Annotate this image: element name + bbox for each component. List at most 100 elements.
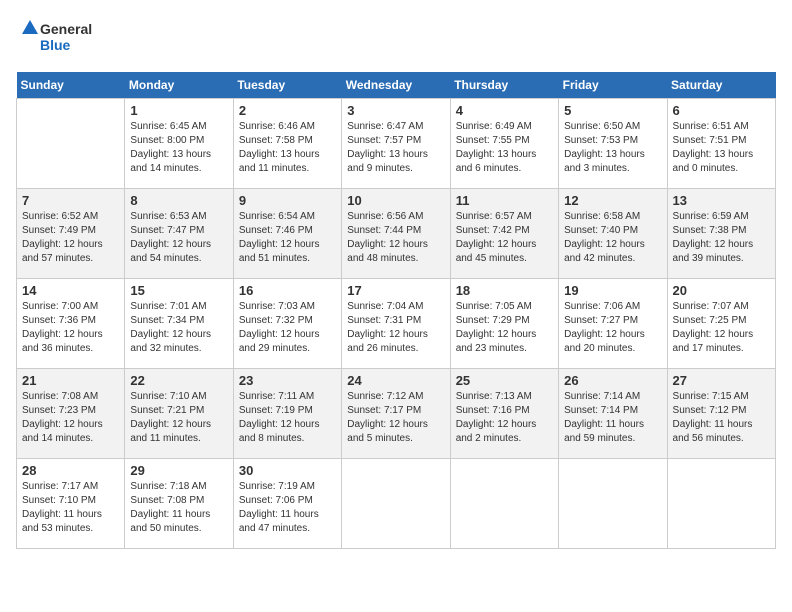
day-number: 6 bbox=[673, 103, 770, 118]
calendar-week-row: 7 Sunrise: 6:52 AM Sunset: 7:49 PM Daylig… bbox=[17, 189, 776, 279]
day-info: Sunrise: 6:47 AM Sunset: 7:57 PM Dayligh… bbox=[347, 120, 444, 176]
day-number: 21 bbox=[22, 373, 119, 388]
calendar-cell: 25 Sunrise: 7:13 AM Sunset: 7:16 PM Dayli… bbox=[450, 369, 558, 459]
calendar-cell: 11 Sunrise: 6:57 AM Sunset: 7:42 PM Dayli… bbox=[450, 189, 558, 279]
day-info: Sunrise: 7:00 AM Sunset: 7:36 PM Dayligh… bbox=[22, 300, 119, 356]
logo-svg: General Blue bbox=[16, 16, 116, 60]
calendar-cell: 6 Sunrise: 6:51 AM Sunset: 7:51 PM Daylig… bbox=[667, 99, 775, 189]
weekday-header-saturday: Saturday bbox=[667, 72, 775, 99]
day-info: Sunrise: 6:54 AM Sunset: 7:46 PM Dayligh… bbox=[239, 210, 336, 266]
calendar-cell bbox=[667, 459, 775, 549]
day-number: 16 bbox=[239, 283, 336, 298]
calendar-cell: 28Sunrise: 7:17 AM Sunset: 7:10 PM Dayli… bbox=[17, 459, 125, 549]
calendar-cell: 26 Sunrise: 7:14 AM Sunset: 7:14 PM Dayli… bbox=[559, 369, 667, 459]
day-info: Sunrise: 6:52 AM Sunset: 7:49 PM Dayligh… bbox=[22, 210, 119, 266]
page-header: General Blue bbox=[16, 16, 776, 60]
day-info: Sunrise: 6:45 AM Sunset: 8:00 PM Dayligh… bbox=[130, 120, 227, 176]
day-number: 24 bbox=[347, 373, 444, 388]
day-info: Sunrise: 7:07 AM Sunset: 7:25 PM Dayligh… bbox=[673, 300, 770, 356]
weekday-header-wednesday: Wednesday bbox=[342, 72, 450, 99]
day-number: 8 bbox=[130, 193, 227, 208]
day-info: Sunrise: 6:51 AM Sunset: 7:51 PM Dayligh… bbox=[673, 120, 770, 176]
day-number: 12 bbox=[564, 193, 661, 208]
calendar-cell bbox=[342, 459, 450, 549]
calendar-cell: 3 Sunrise: 6:47 AM Sunset: 7:57 PM Daylig… bbox=[342, 99, 450, 189]
calendar-cell: 24Sunrise: 7:12 AM Sunset: 7:17 PM Dayli… bbox=[342, 369, 450, 459]
day-number: 3 bbox=[347, 103, 444, 118]
calendar-cell: 29Sunrise: 7:18 AM Sunset: 7:08 PM Dayli… bbox=[125, 459, 233, 549]
day-number: 7 bbox=[22, 193, 119, 208]
day-info: Sunrise: 7:05 AM Sunset: 7:29 PM Dayligh… bbox=[456, 300, 553, 356]
calendar-week-row: 28Sunrise: 7:17 AM Sunset: 7:10 PM Dayli… bbox=[17, 459, 776, 549]
day-number: 28 bbox=[22, 463, 119, 478]
svg-text:General: General bbox=[40, 21, 92, 37]
calendar-week-row: 14 Sunrise: 7:00 AM Sunset: 7:36 PM Dayli… bbox=[17, 279, 776, 369]
weekday-header-sunday: Sunday bbox=[17, 72, 125, 99]
calendar-cell: 20 Sunrise: 7:07 AM Sunset: 7:25 PM Dayli… bbox=[667, 279, 775, 369]
day-info: Sunrise: 7:19 AM Sunset: 7:06 PM Dayligh… bbox=[239, 480, 336, 536]
calendar-cell: 1 Sunrise: 6:45 AM Sunset: 8:00 PM Daylig… bbox=[125, 99, 233, 189]
calendar-cell: 4 Sunrise: 6:49 AM Sunset: 7:55 PM Daylig… bbox=[450, 99, 558, 189]
calendar-cell: 18 Sunrise: 7:05 AM Sunset: 7:29 PM Dayli… bbox=[450, 279, 558, 369]
day-info: Sunrise: 6:56 AM Sunset: 7:44 PM Dayligh… bbox=[347, 210, 444, 266]
day-info: Sunrise: 7:01 AM Sunset: 7:34 PM Dayligh… bbox=[130, 300, 227, 356]
day-number: 13 bbox=[673, 193, 770, 208]
day-number: 27 bbox=[673, 373, 770, 388]
day-number: 18 bbox=[456, 283, 553, 298]
day-info: Sunrise: 6:53 AM Sunset: 7:47 PM Dayligh… bbox=[130, 210, 227, 266]
day-number: 22 bbox=[130, 373, 227, 388]
calendar-cell: 21Sunrise: 7:08 AM Sunset: 7:23 PM Dayli… bbox=[17, 369, 125, 459]
weekday-header-row: SundayMondayTuesdayWednesdayThursdayFrid… bbox=[17, 72, 776, 99]
day-info: Sunrise: 6:58 AM Sunset: 7:40 PM Dayligh… bbox=[564, 210, 661, 266]
calendar-cell: 19 Sunrise: 7:06 AM Sunset: 7:27 PM Dayli… bbox=[559, 279, 667, 369]
day-number: 11 bbox=[456, 193, 553, 208]
day-info: Sunrise: 7:10 AM Sunset: 7:21 PM Dayligh… bbox=[130, 390, 227, 446]
day-number: 25 bbox=[456, 373, 553, 388]
calendar-cell: 5Sunrise: 6:50 AM Sunset: 7:53 PM Daylig… bbox=[559, 99, 667, 189]
day-number: 14 bbox=[22, 283, 119, 298]
day-info: Sunrise: 6:49 AM Sunset: 7:55 PM Dayligh… bbox=[456, 120, 553, 176]
day-info: Sunrise: 7:13 AM Sunset: 7:16 PM Dayligh… bbox=[456, 390, 553, 446]
calendar-cell: 23Sunrise: 7:11 AM Sunset: 7:19 PM Dayli… bbox=[233, 369, 341, 459]
day-info: Sunrise: 6:57 AM Sunset: 7:42 PM Dayligh… bbox=[456, 210, 553, 266]
calendar-cell: 10 Sunrise: 6:56 AM Sunset: 7:44 PM Dayli… bbox=[342, 189, 450, 279]
calendar-cell: 22 Sunrise: 7:10 AM Sunset: 7:21 PM Dayli… bbox=[125, 369, 233, 459]
calendar-cell: 15 Sunrise: 7:01 AM Sunset: 7:34 PM Dayli… bbox=[125, 279, 233, 369]
logo-container: General Blue bbox=[16, 16, 116, 60]
day-number: 19 bbox=[564, 283, 661, 298]
day-number: 15 bbox=[130, 283, 227, 298]
day-info: Sunrise: 7:14 AM Sunset: 7:14 PM Dayligh… bbox=[564, 390, 661, 446]
logo: General Blue bbox=[16, 16, 116, 60]
day-info: Sunrise: 7:06 AM Sunset: 7:27 PM Dayligh… bbox=[564, 300, 661, 356]
day-info: Sunrise: 7:15 AM Sunset: 7:12 PM Dayligh… bbox=[673, 390, 770, 446]
day-info: Sunrise: 7:18 AM Sunset: 7:08 PM Dayligh… bbox=[130, 480, 227, 536]
day-number: 23 bbox=[239, 373, 336, 388]
calendar-cell: 16 Sunrise: 7:03 AM Sunset: 7:32 PM Dayli… bbox=[233, 279, 341, 369]
day-info: Sunrise: 6:46 AM Sunset: 7:58 PM Dayligh… bbox=[239, 120, 336, 176]
day-number: 30 bbox=[239, 463, 336, 478]
day-number: 17 bbox=[347, 283, 444, 298]
calendar-cell: 12 Sunrise: 6:58 AM Sunset: 7:40 PM Dayli… bbox=[559, 189, 667, 279]
day-info: Sunrise: 7:03 AM Sunset: 7:32 PM Dayligh… bbox=[239, 300, 336, 356]
day-number: 1 bbox=[130, 103, 227, 118]
day-number: 26 bbox=[564, 373, 661, 388]
calendar-cell: 13 Sunrise: 6:59 AM Sunset: 7:38 PM Dayli… bbox=[667, 189, 775, 279]
calendar-week-row: 21Sunrise: 7:08 AM Sunset: 7:23 PM Dayli… bbox=[17, 369, 776, 459]
calendar-week-row: 1 Sunrise: 6:45 AM Sunset: 8:00 PM Daylig… bbox=[17, 99, 776, 189]
calendar-cell bbox=[17, 99, 125, 189]
calendar-cell: 2 Sunrise: 6:46 AM Sunset: 7:58 PM Daylig… bbox=[233, 99, 341, 189]
day-number: 2 bbox=[239, 103, 336, 118]
calendar-cell: 14 Sunrise: 7:00 AM Sunset: 7:36 PM Dayli… bbox=[17, 279, 125, 369]
day-number: 9 bbox=[239, 193, 336, 208]
day-number: 4 bbox=[456, 103, 553, 118]
day-info: Sunrise: 6:50 AM Sunset: 7:53 PM Dayligh… bbox=[564, 120, 661, 176]
day-number: 20 bbox=[673, 283, 770, 298]
weekday-header-tuesday: Tuesday bbox=[233, 72, 341, 99]
calendar-cell: 8 Sunrise: 6:53 AM Sunset: 7:47 PM Daylig… bbox=[125, 189, 233, 279]
calendar-table: SundayMondayTuesdayWednesdayThursdayFrid… bbox=[16, 72, 776, 549]
calendar-cell: 9 Sunrise: 6:54 AM Sunset: 7:46 PM Daylig… bbox=[233, 189, 341, 279]
day-info: Sunrise: 6:59 AM Sunset: 7:38 PM Dayligh… bbox=[673, 210, 770, 266]
day-number: 10 bbox=[347, 193, 444, 208]
calendar-cell bbox=[450, 459, 558, 549]
calendar-cell: 30 Sunrise: 7:19 AM Sunset: 7:06 PM Dayli… bbox=[233, 459, 341, 549]
